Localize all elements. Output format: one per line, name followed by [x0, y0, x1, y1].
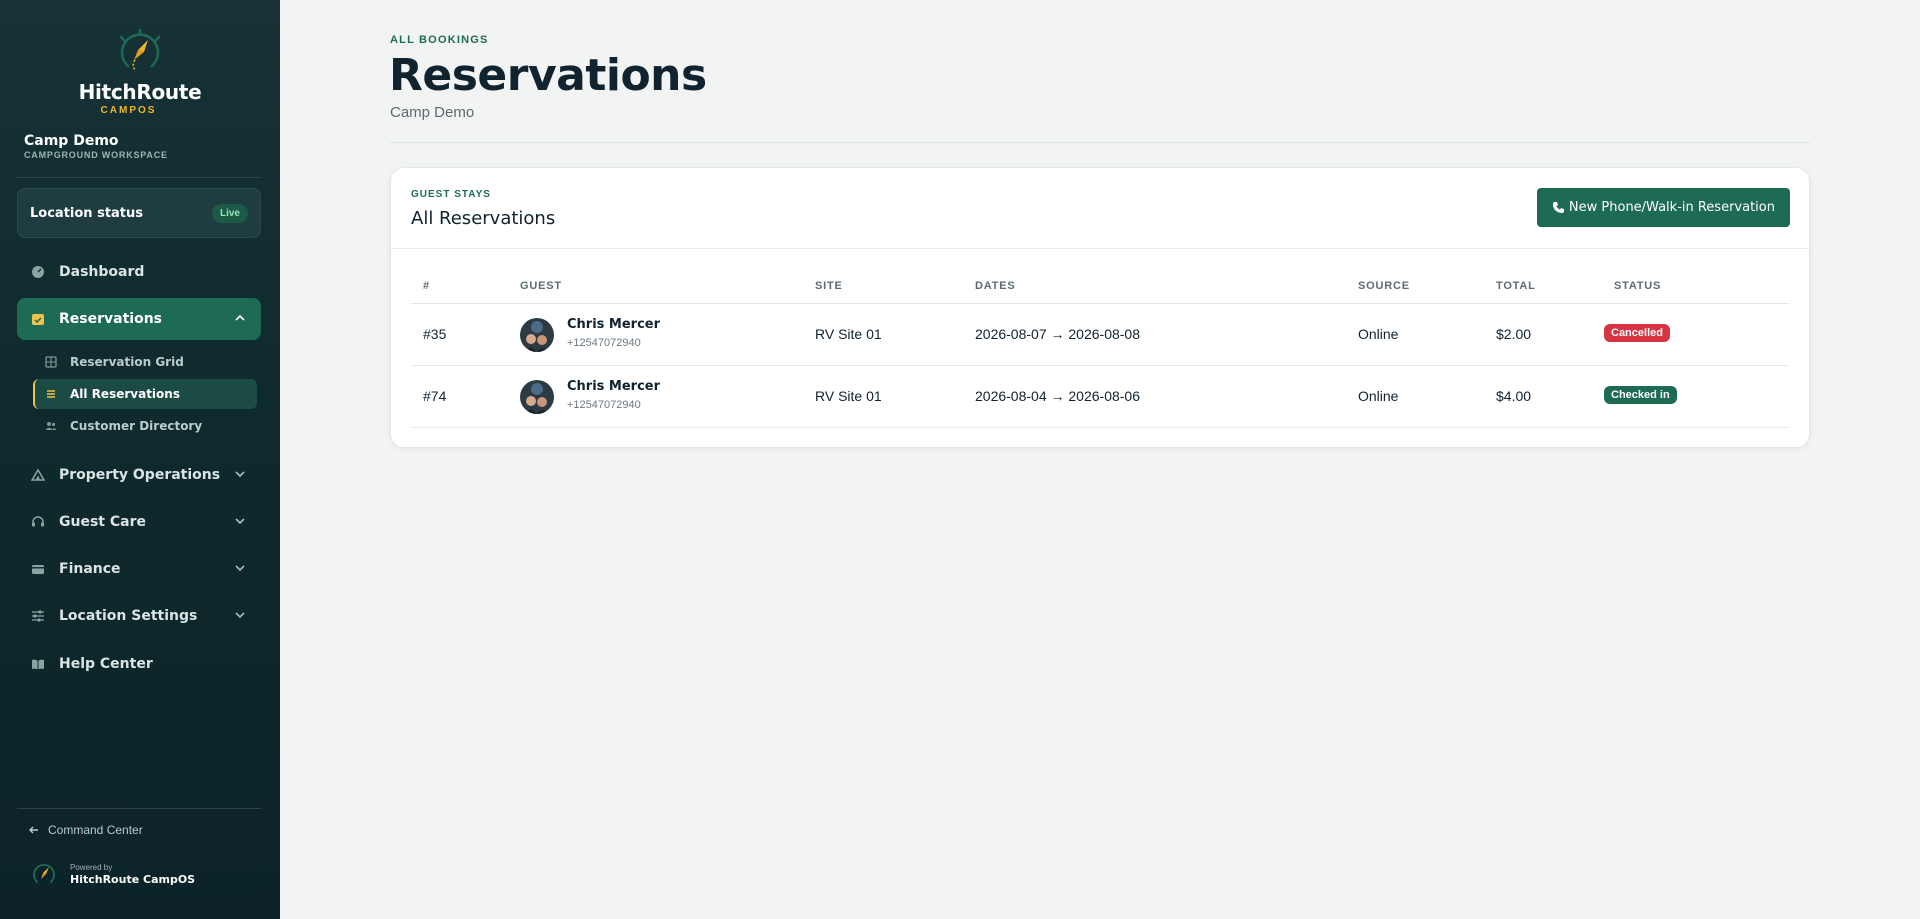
location-status[interactable]: Location status Live: [17, 188, 261, 238]
sidebar-item-guest-care[interactable]: Guest Care: [17, 501, 261, 543]
sidebar-item-label: Dashboard: [59, 264, 145, 280]
sidebar-item-label: Reservations: [59, 311, 162, 327]
sidebar-subitem-label: Reservation Grid: [70, 355, 184, 369]
product-name: HitchRoute CampOS: [70, 872, 196, 886]
chevron-up-icon[interactable]: [233, 311, 247, 325]
column-header-site[interactable]: SITE: [815, 280, 843, 292]
chevron-down-icon[interactable]: [233, 561, 247, 575]
card-title: All Reservations: [411, 208, 556, 229]
arrow-left-icon: [28, 824, 40, 836]
dates-cell: 2026-08-04 → 2026-08-06: [975, 388, 1141, 404]
reservation-id[interactable]: #74: [423, 388, 446, 404]
sidebar-item-label: Help Center: [59, 656, 153, 672]
sidebar-divider: [17, 177, 261, 178]
page-title: Reservations: [389, 50, 707, 101]
live-badge: Live: [211, 203, 248, 223]
workspace-name: Camp Demo: [24, 133, 119, 149]
sidebar: HitchRoute CAMPOS Camp Demo CAMPGROUND W…: [0, 0, 280, 919]
status-badge: Cancelled: [1604, 324, 1670, 342]
sidebar-item-label: Location Settings: [59, 608, 198, 624]
sidebar-item-help-center[interactable]: Help Center: [17, 643, 261, 685]
dates-cell: 2026-08-07 → 2026-08-08: [975, 326, 1141, 342]
sidebar-item-label: Guest Care: [59, 514, 146, 530]
card-divider: [391, 248, 1809, 249]
powered-by-label: Powered by: [70, 862, 113, 872]
source-cell: Online: [1358, 326, 1399, 342]
grid-icon: [45, 356, 57, 368]
book-icon: [31, 657, 45, 671]
sidebar-item-reservations[interactable]: Reservations: [17, 298, 261, 340]
guest-phone: +12547072940: [567, 399, 641, 411]
phone-icon: [1552, 201, 1565, 214]
column-header-id[interactable]: #: [423, 280, 430, 292]
column-header-dates[interactable]: DATES: [975, 280, 1015, 292]
command-center-label: Command Center: [48, 823, 143, 837]
new-reservation-button[interactable]: New Phone/Walk-in Reservation: [1536, 188, 1790, 227]
sidebar-divider: [17, 808, 261, 809]
brand[interactable]: HitchRoute CAMPOS: [0, 26, 280, 116]
chevron-down-icon[interactable]: [233, 608, 247, 622]
page-subtitle: Camp Demo: [390, 104, 475, 121]
column-header-total[interactable]: TOTAL: [1496, 280, 1536, 292]
column-header-status[interactable]: STATUS: [1614, 280, 1661, 292]
sidebar-subitem-label: All Reservations: [70, 387, 180, 401]
sliders-icon: [31, 609, 45, 623]
calendar-check-icon: [31, 312, 45, 326]
reservations-card: GUEST STAYS All Reservations New Phone/W…: [390, 167, 1810, 448]
sidebar-subitem-reservation-grid[interactable]: Reservation Grid: [35, 347, 259, 377]
card-eyebrow: GUEST STAYS: [411, 189, 491, 200]
reservations-table: # GUEST SITE DATES SOURCE TOTAL STATUS #…: [411, 268, 1789, 428]
guest-avatar: [520, 380, 554, 414]
sidebar-item-label: Property Operations: [59, 467, 221, 483]
location-status-label: Location status: [30, 205, 144, 221]
guest-phone: +12547072940: [567, 337, 641, 349]
chevron-down-icon[interactable]: [233, 467, 247, 481]
sidebar-item-finance[interactable]: Finance: [17, 548, 261, 590]
reservation-id[interactable]: #35: [423, 326, 446, 342]
status-badge: Checked in: [1604, 386, 1677, 404]
compass-logo-icon: [119, 28, 161, 72]
wallet-icon: [31, 562, 45, 576]
tent-icon: [31, 468, 45, 482]
header-divider: [390, 142, 1810, 143]
sidebar-subitem-label: Customer Directory: [70, 419, 203, 433]
guest-name[interactable]: Chris Mercer: [567, 379, 660, 394]
guest-avatar: [520, 318, 554, 352]
users-icon: [45, 420, 57, 432]
sidebar-item-property-operations[interactable]: Property Operations: [17, 454, 261, 496]
brand-name: HitchRoute: [78, 80, 202, 104]
new-reservation-label: New Phone/Walk-in Reservation: [1568, 200, 1775, 215]
column-header-guest[interactable]: GUEST: [520, 280, 562, 292]
headset-icon: [31, 515, 45, 529]
total-cell: $2.00: [1496, 326, 1532, 342]
sidebar-item-location-settings[interactable]: Location Settings: [17, 595, 261, 637]
guest-name[interactable]: Chris Mercer: [567, 317, 660, 332]
sidebar-item-dashboard[interactable]: Dashboard: [17, 251, 261, 293]
table-row[interactable]: #74 Chris Mercer +12547072940 RV Site 01…: [411, 366, 1789, 428]
sidebar-subitem-customer-directory[interactable]: Customer Directory: [35, 411, 259, 441]
command-center-link[interactable]: Command Center: [28, 820, 143, 840]
site-cell: RV Site 01: [815, 326, 882, 342]
site-cell: RV Site 01: [815, 388, 882, 404]
list-icon: [45, 388, 57, 400]
column-header-source[interactable]: SOURCE: [1358, 280, 1410, 292]
source-cell: Online: [1358, 388, 1399, 404]
workspace: Camp Demo CAMPGROUND WORKSPACE: [24, 133, 168, 160]
sidebar-item-label: Finance: [59, 561, 121, 577]
compass-logo-icon: [33, 863, 55, 883]
sidebar-subitem-all-reservations[interactable]: All Reservations: [33, 379, 257, 409]
total-cell: $4.00: [1496, 388, 1532, 404]
page-eyebrow: ALL BOOKINGS: [390, 34, 489, 46]
table-header: # GUEST SITE DATES SOURCE TOTAL STATUS: [411, 268, 1789, 304]
workspace-subtitle: CAMPGROUND WORKSPACE: [24, 150, 168, 160]
chevron-down-icon[interactable]: [233, 514, 247, 528]
gauge-icon: [31, 265, 45, 279]
brand-subtitle: CAMPOS: [100, 105, 157, 116]
table-row[interactable]: #35 Chris Mercer +12547072940 RV Site 01…: [411, 304, 1789, 366]
powered-by: Powered by HitchRoute CampOS: [30, 860, 195, 888]
